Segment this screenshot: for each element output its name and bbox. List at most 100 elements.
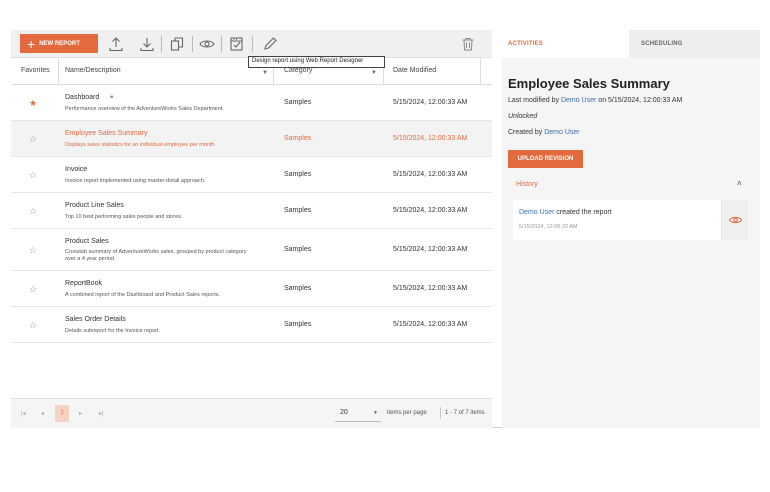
column-category[interactable]: Category [284,67,312,74]
favorite-star-icon[interactable]: ☆ [29,284,37,295]
panel-tabs: ACTIVITIES SCHEDULING [502,30,760,58]
pager: |◂ ◂ 1 ▸ ▸| 20 ▼ items per page 1 - 7 of… [11,398,492,428]
history-action: created the report [556,209,612,216]
report-description: Performance overview of the AdventureWor… [65,106,224,112]
download-icon[interactable] [139,36,155,52]
items-per-page-label: items per page [387,410,427,416]
report-description: Top 10 best performing sales people and … [65,214,183,220]
table-row[interactable]: ☆ Invoice Invoice report implemented using… [11,157,492,193]
filter-icon[interactable]: ▼ [371,70,377,76]
created-user-link[interactable]: Demo User [544,129,579,136]
reports-pane: + NEW REPORT Design report using Web Rep… [11,30,492,428]
history-text: Demo User created the report [519,209,612,216]
lock-status: Unlocked [508,113,538,120]
filter-icon[interactable]: ▼ [262,70,268,76]
history-date: 5/15/2024, 12:00:33 AM [519,224,578,230]
report-date: 5/15/2024, 12:00:33 AM [393,207,468,214]
eye-icon [728,216,743,224]
column-name[interactable]: Name/Description [65,67,121,74]
table-row[interactable]: ☆ Product Line Sales Top 10 best performin… [11,193,492,229]
report-name[interactable]: ReportBook [65,280,102,287]
report-date: 5/15/2024, 12:00:33 AM [393,285,468,292]
page-size-select[interactable]: 20 ▼ [335,405,381,422]
edit-icon[interactable] [262,36,278,52]
report-date: 5/15/2024, 12:00:33 AM [393,135,468,142]
new-report-button[interactable]: + NEW REPORT [20,34,98,53]
tab-scheduling[interactable]: SCHEDULING [629,30,760,58]
favorite-star-icon[interactable]: ☆ [29,170,37,181]
upload-icon[interactable] [108,36,124,52]
first-page-icon[interactable]: |◂ [21,410,26,417]
history-user-link[interactable]: Demo User [519,209,554,216]
last-page-icon[interactable]: ▸| [99,410,104,417]
history-header[interactable]: History [516,181,538,188]
tab-scheduling-label: SCHEDULING [641,41,683,47]
page-size-value: 20 [340,409,348,416]
report-date: 5/15/2024, 12:00:33 AM [393,171,468,178]
favorite-star-icon[interactable]: ☆ [29,245,37,256]
column-divider [480,58,481,85]
details-panel: ACTIVITIES SCHEDULING Employee Sales Sum… [502,30,760,428]
report-name[interactable]: Invoice [65,166,87,173]
report-description: Details subreport for the Invoice report… [65,328,161,334]
view-revision-button[interactable] [721,200,748,240]
report-title: Employee Sales Summary [508,76,670,91]
favorite-star-icon[interactable]: ★ [29,98,37,109]
report-category: Samples [284,135,312,142]
upload-revision-button[interactable]: UPLOAD REVISION [508,150,583,168]
last-modified: Last modified by Demo User on 5/15/2024,… [508,97,682,104]
design-report-icon[interactable] [229,36,245,52]
report-name[interactable]: Dashboard [65,94,99,101]
toolbar: + NEW REPORT [11,30,492,58]
favorite-star-icon[interactable]: ☆ [29,206,37,217]
report-description: Invoice report implemented using master-… [65,178,206,184]
delete-icon[interactable] [460,36,476,52]
favorite-star-icon[interactable]: ☆ [29,134,37,145]
created-prefix: Created by [508,129,543,136]
tab-activities[interactable]: ACTIVITIES [502,30,629,58]
report-list: ★ Dashboard Performance overview of the Ad… [11,85,492,343]
next-page-icon[interactable]: ▸ [79,410,82,417]
report-name[interactable]: Employee Sales Summary [65,130,147,137]
table-row[interactable]: ☆ ReportBook A combined report of the Dash… [11,271,492,307]
table-row[interactable]: ★ Dashboard Performance overview of the Ad… [11,85,492,121]
report-description: Displays sales statistics for an individ… [65,142,217,148]
table-row[interactable]: ☆ Employee Sales Summary Displays sales st… [11,121,492,157]
table-row[interactable]: ☆ Sales Order Details Details subreport fo… [11,307,492,343]
report-category: Samples [284,321,312,328]
new-report-label: NEW REPORT [39,40,80,47]
history-item: Demo User created the report 5/15/2024, … [513,200,748,240]
report-category: Samples [284,246,312,253]
view-icon[interactable] [199,36,215,52]
favorite-star-icon[interactable]: ☆ [29,320,37,331]
pager-info: 1 - 7 of 7 items [445,410,485,416]
created-by: Created by Demo User [508,129,580,136]
chevron-down-icon: ▼ [373,410,378,416]
toolbar-divider [221,36,222,52]
chevron-up-icon[interactable]: ˄ [737,179,742,188]
report-name[interactable]: Product Line Sales [65,202,124,209]
report-category: Samples [284,171,312,178]
current-page[interactable]: 1 [55,405,69,422]
prev-page-icon[interactable]: ◂ [41,410,44,417]
report-name[interactable]: Product Sales [65,238,109,245]
report-date: 5/15/2024, 12:00:33 AM [393,246,468,253]
tab-activities-label: ACTIVITIES [508,41,544,47]
modified-user-link[interactable]: Demo User [561,97,596,104]
column-date[interactable]: Date Modified [393,67,436,74]
pager-divider [440,407,441,419]
report-description: Crosstab summary of AdventureWorks sales… [65,249,247,262]
report-name[interactable]: Sales Order Details [65,316,126,323]
report-portal: + NEW REPORT Design report using Web Rep… [11,30,760,428]
copy-icon[interactable] [169,36,185,52]
report-category: Samples [284,207,312,214]
table-row[interactable]: ☆ Product Sales Crosstab summary of Advent… [11,229,492,271]
column-divider [58,58,59,85]
toolbar-divider [161,36,162,52]
column-favorites[interactable]: Favorites [21,67,50,74]
modified-suffix: on 5/15/2024, 12:00:33 AM [598,97,683,104]
plus-icon: + [27,35,36,52]
toolbar-divider [252,36,253,52]
report-description: A combined report of the Dashboard and P… [65,292,221,298]
toolbar-divider [192,36,193,52]
